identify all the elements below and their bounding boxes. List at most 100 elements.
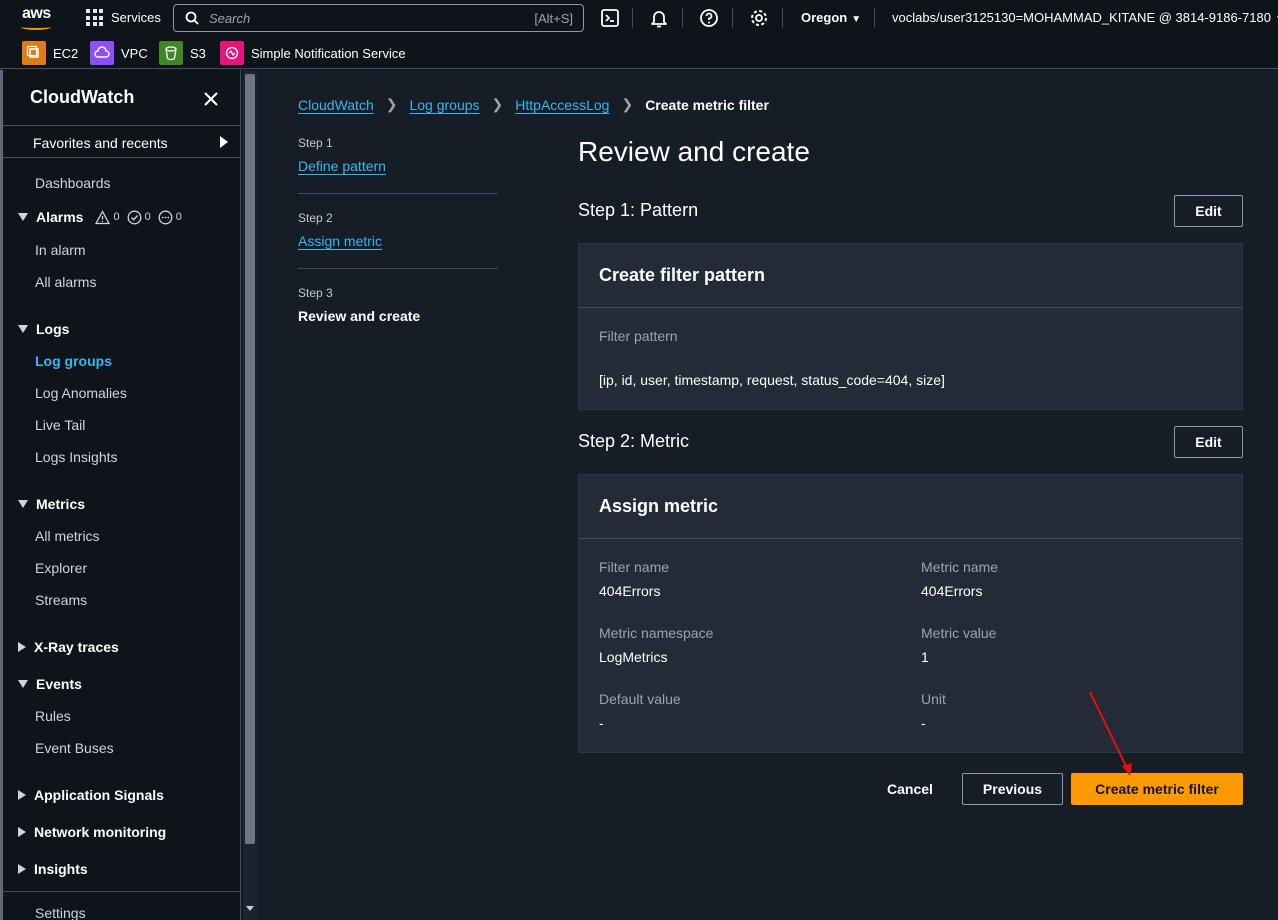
sidebar-item-favorites-recents[interactable]: Favorites and recents bbox=[33, 135, 168, 151]
services-grid-icon bbox=[86, 9, 103, 26]
panel-title: Assign metric bbox=[579, 475, 1242, 539]
collapse-caret-icon bbox=[18, 642, 26, 652]
breadcrumb-log-group[interactable]: HttpAccessLog bbox=[515, 97, 609, 113]
help-icon[interactable] bbox=[699, 8, 719, 28]
filter-name-label: Filter name bbox=[599, 559, 670, 575]
step-1-link[interactable]: Define pattern bbox=[298, 158, 386, 174]
metric-value-label: Metric value bbox=[921, 625, 997, 641]
chevron-right-icon: ❯ bbox=[491, 96, 504, 112]
sidebar-item-all-metrics[interactable]: All metrics bbox=[35, 528, 100, 544]
step-3-label: Step 3 bbox=[298, 286, 333, 300]
sidebar-item-all-alarms[interactable]: All alarms bbox=[35, 274, 96, 290]
collapse-caret-icon bbox=[18, 827, 26, 837]
aws-logo[interactable]: aws bbox=[20, 5, 56, 31]
filter-pattern-panel: Create filter pattern Filter pattern [ip… bbox=[578, 243, 1243, 410]
ok-check-icon bbox=[127, 210, 142, 224]
previous-button[interactable]: Previous bbox=[962, 773, 1063, 805]
sidebar-section-metrics[interactable]: Metrics bbox=[18, 496, 85, 512]
metric-namespace-label: Metric namespace bbox=[599, 625, 714, 641]
warning-triangle-icon bbox=[95, 209, 111, 224]
collapse-caret-icon bbox=[18, 790, 26, 800]
notifications-bell-icon[interactable] bbox=[649, 8, 669, 28]
default-value-value: - bbox=[599, 715, 604, 731]
search-shortcut: [Alt+S] bbox=[534, 11, 573, 26]
favorite-s3[interactable]: S3 bbox=[159, 41, 206, 65]
sidebar-item-streams[interactable]: Streams bbox=[35, 592, 87, 608]
sidebar-section-events[interactable]: Events bbox=[18, 676, 82, 692]
close-icon[interactable] bbox=[202, 90, 220, 108]
breadcrumb-current: Create metric filter bbox=[645, 96, 769, 113]
search-input[interactable]: Search [Alt+S] bbox=[173, 4, 584, 32]
sidebar-section-xray[interactable]: X-Ray traces bbox=[18, 639, 119, 655]
filter-pattern-label: Filter pattern bbox=[599, 328, 678, 344]
sidebar-section-network-monitoring[interactable]: Network monitoring bbox=[18, 824, 166, 840]
expand-caret-icon bbox=[18, 500, 28, 508]
vpc-service-icon bbox=[90, 41, 114, 65]
sidebar-section-insights[interactable]: Insights bbox=[18, 861, 88, 877]
scrollbar-thumb[interactable] bbox=[245, 74, 255, 844]
search-icon bbox=[185, 11, 199, 25]
edit-pattern-button[interactable]: Edit bbox=[1174, 195, 1243, 227]
panel-title: Create filter pattern bbox=[579, 244, 1242, 308]
sidebar-item-rules[interactable]: Rules bbox=[35, 708, 71, 724]
settings-gear-icon[interactable] bbox=[749, 8, 769, 28]
sidebar-item-log-anomalies[interactable]: Log Anomalies bbox=[35, 385, 127, 401]
step-1-label: Step 1 bbox=[298, 136, 333, 150]
top-navigation: aws Services Search [Alt+S] Oregon ▼ vocl… bbox=[0, 0, 1278, 36]
sns-service-icon bbox=[220, 41, 244, 65]
search-placeholder: Search bbox=[209, 11, 251, 26]
unit-label: Unit bbox=[921, 691, 946, 707]
step-2-link[interactable]: Assign metric bbox=[298, 233, 382, 249]
region-selector[interactable]: Oregon ▼ bbox=[801, 10, 861, 25]
expand-caret-icon bbox=[18, 213, 28, 221]
scroll-down-arrow-icon[interactable] bbox=[246, 906, 254, 911]
s3-service-icon bbox=[159, 41, 183, 65]
sidebar-section-alarms[interactable]: Alarms 0 0 0 bbox=[18, 209, 182, 225]
sidebar-item-explorer[interactable]: Explorer bbox=[35, 560, 87, 576]
step-3-current: Review and create bbox=[298, 308, 421, 324]
collapse-caret-icon bbox=[18, 864, 26, 874]
metric-name-label: Metric name bbox=[921, 559, 999, 575]
sidebar-section-logs[interactable]: Logs bbox=[18, 321, 69, 337]
edit-metric-button[interactable]: Edit bbox=[1174, 426, 1243, 458]
account-menu[interactable]: voclabs/user3125130=MOHAMMAD_KITANE @ 38… bbox=[892, 10, 1278, 25]
sidebar-item-event-buses[interactable]: Event Buses bbox=[35, 740, 114, 756]
breadcrumb-cloudwatch[interactable]: CloudWatch bbox=[298, 97, 374, 113]
sidebar-item-log-groups[interactable]: Log groups bbox=[35, 353, 112, 369]
sidebar-item-in-alarm[interactable]: In alarm bbox=[35, 242, 86, 258]
sidebar-item-dashboards[interactable]: Dashboards bbox=[35, 175, 111, 191]
sidebar-scrollbar[interactable] bbox=[243, 70, 257, 920]
expand-caret-icon bbox=[18, 325, 28, 333]
ec2-service-icon bbox=[22, 41, 46, 65]
assign-metric-panel: Assign metric Filter name 404Errors Metr… bbox=[578, 474, 1243, 753]
alarm-counts: 0 0 0 bbox=[95, 209, 182, 225]
breadcrumb: CloudWatch ❯ Log groups ❯ HttpAccessLog … bbox=[298, 96, 769, 113]
breadcrumb-log-groups[interactable]: Log groups bbox=[409, 97, 479, 113]
cancel-button[interactable]: Cancel bbox=[878, 773, 942, 805]
filter-pattern-value: [ip, id, user, timestamp, request, statu… bbox=[599, 372, 945, 388]
cloudshell-icon[interactable] bbox=[600, 8, 620, 28]
caret-right-icon[interactable] bbox=[220, 136, 228, 148]
section-pattern-heading: Step 1: Pattern bbox=[578, 200, 699, 220]
chevron-right-icon: ❯ bbox=[621, 96, 634, 112]
create-metric-filter-button[interactable]: Create metric filter bbox=[1071, 773, 1243, 805]
default-value-label: Default value bbox=[599, 691, 681, 707]
services-menu-button[interactable]: Services bbox=[86, 9, 161, 26]
metric-namespace-value: LogMetrics bbox=[599, 649, 668, 665]
chevron-right-icon: ❯ bbox=[385, 96, 398, 112]
favorite-ec2[interactable]: EC2 bbox=[22, 41, 78, 65]
metric-name-value: 404Errors bbox=[921, 583, 983, 599]
filter-name-value: 404Errors bbox=[599, 583, 661, 599]
expand-caret-icon bbox=[18, 680, 28, 688]
sidebar-section-application-signals[interactable]: Application Signals bbox=[18, 787, 164, 803]
services-label: Services bbox=[111, 10, 161, 25]
favorite-sns[interactable]: Simple Notification Service bbox=[220, 41, 406, 65]
main-content: CloudWatch ❯ Log groups ❯ HttpAccessLog … bbox=[258, 70, 1278, 920]
section-metric-heading: Step 2: Metric bbox=[578, 431, 690, 451]
favorite-vpc[interactable]: VPC bbox=[90, 41, 148, 65]
sidebar-item-live-tail[interactable]: Live Tail bbox=[35, 417, 85, 433]
sidebar-item-settings[interactable]: Settings bbox=[35, 905, 86, 920]
sidebar-item-logs-insights[interactable]: Logs Insights bbox=[35, 449, 118, 465]
caret-down-icon: ▼ bbox=[851, 14, 862, 25]
metric-value-value: 1 bbox=[921, 649, 929, 665]
